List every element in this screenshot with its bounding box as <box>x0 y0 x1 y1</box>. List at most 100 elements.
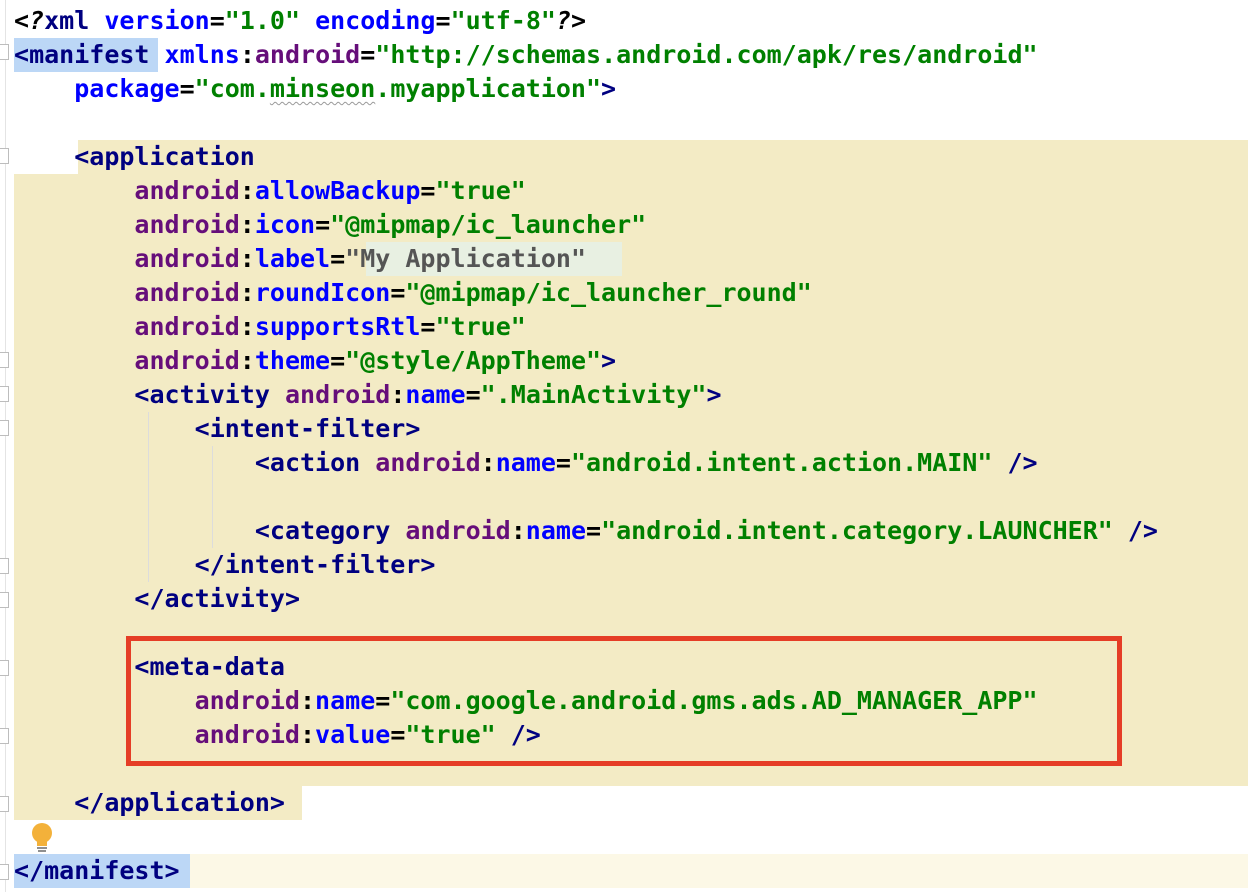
code-line[interactable]: <intent-filter> <box>14 412 421 446</box>
attribute-value: "android.intent.category.LAUNCHER" <box>601 516 1113 545</box>
attribute-name: theme <box>254 346 331 375</box>
code-line[interactable]: android:theme="@style/AppTheme"> <box>14 344 616 378</box>
code-line[interactable]: </activity> <box>14 582 300 616</box>
attribute-name: version <box>104 6 210 35</box>
tag-bracket: > <box>420 550 436 579</box>
fold-marker-icon[interactable] <box>0 660 9 676</box>
colon: : <box>239 312 255 341</box>
attribute-name: name <box>495 448 556 477</box>
fold-marker-icon[interactable] <box>0 44 9 60</box>
tag-bracket: < <box>254 448 270 477</box>
tag-bracket: < <box>74 142 90 171</box>
code-line[interactable]: android:allowBackup="true" <box>14 174 526 208</box>
namespace: android <box>134 210 240 239</box>
equals-sign: = <box>315 210 331 239</box>
attribute-value: "http://schemas.android.com/apk/res/andr… <box>375 40 1038 69</box>
tag-name: category <box>269 516 391 545</box>
code-line[interactable]: android:supportsRtl="true" <box>14 310 525 344</box>
colon: : <box>480 448 496 477</box>
fold-marker-icon[interactable] <box>0 728 9 744</box>
attribute-name: name <box>405 380 466 409</box>
code-line[interactable]: </application> <box>14 786 285 820</box>
fold-marker-icon[interactable] <box>0 558 9 574</box>
attribute-name: allowBackup <box>254 176 421 205</box>
attribute-value: ".MainActivity" <box>480 380 707 409</box>
equals-sign: = <box>209 6 225 35</box>
fold-marker-icon[interactable] <box>0 592 9 608</box>
colon: : <box>510 516 526 545</box>
equals-sign: = <box>586 516 602 545</box>
namespace: android <box>134 176 240 205</box>
code-line[interactable]: <activity android:name=".MainActivity"> <box>14 378 721 412</box>
tag-bracket: > <box>284 584 301 613</box>
code-line[interactable]: package="com.minseon.myapplication"> <box>14 72 616 106</box>
attribute-name: supportsRtl <box>254 312 421 341</box>
namespace: android <box>134 346 240 375</box>
fold-marker-icon[interactable] <box>0 420 9 436</box>
meta-data-callout-box <box>126 636 1122 766</box>
tag-bracket: /> <box>1112 516 1158 545</box>
namespace: android <box>405 516 511 545</box>
colon: : <box>239 278 255 307</box>
equals-sign: = <box>465 380 481 409</box>
code-line[interactable]: <manifest xmlns:android="http://schemas.… <box>14 38 1038 72</box>
tag-bracket: </ <box>194 550 225 579</box>
code-line[interactable]: </intent-filter> <box>14 548 436 582</box>
fold-marker-icon[interactable] <box>0 148 9 164</box>
attribute-value: "@style/AppTheme" <box>345 346 602 375</box>
tag-name: intent-filter <box>209 414 406 443</box>
colon: : <box>239 244 255 273</box>
tag-bracket: < <box>134 380 150 409</box>
fold-marker-icon[interactable] <box>0 864 9 880</box>
equals-sign: = <box>330 244 346 273</box>
attribute-name: encoding <box>315 6 436 35</box>
code-line[interactable]: </manifest> <box>14 854 180 888</box>
xml-declaration-open: <? <box>14 6 45 35</box>
equals-sign: = <box>179 74 195 103</box>
lightbulb-icon[interactable] <box>30 822 54 854</box>
attribute-value: "android.intent.action.MAIN" <box>570 448 993 477</box>
colon: : <box>239 176 255 205</box>
fold-marker-icon[interactable] <box>0 386 9 402</box>
equals-sign: = <box>330 346 346 375</box>
fold-marker-icon[interactable] <box>0 352 9 368</box>
code-line[interactable]: <?xml version="1.0" encoding="utf-8"?> <box>14 4 586 38</box>
equals-sign: = <box>435 6 451 35</box>
xml-keyword: xml <box>44 6 90 35</box>
attribute-value: "1.0" <box>224 6 301 35</box>
tag-name: activity <box>164 584 285 613</box>
tag-name: action <box>269 448 361 477</box>
tag-bracket: < <box>194 414 210 443</box>
tag-name: manifest <box>29 40 150 69</box>
tag-bracket: > <box>405 414 421 443</box>
attribute-name: package <box>74 74 180 103</box>
tag-name: activity <box>149 380 270 409</box>
attribute-value: "utf-8" <box>450 6 556 35</box>
code-line[interactable]: android:roundIcon="@mipmap/ic_launcher_r… <box>14 276 811 310</box>
attribute-value: .myapplication" <box>375 74 602 103</box>
colon: : <box>239 40 255 69</box>
tag-bracket: < <box>14 40 30 69</box>
code-line[interactable]: <action android:name="android.intent.act… <box>14 446 1038 480</box>
attribute-name: icon <box>254 210 316 239</box>
namespace: android <box>284 380 391 409</box>
xml-declaration-close: ?> <box>555 6 587 35</box>
tag-name: intent-filter <box>224 550 421 579</box>
tag-bracket: </ <box>134 584 165 613</box>
tag-bracket: > <box>269 788 285 817</box>
colon: : <box>239 210 255 239</box>
attribute-name: label <box>254 244 331 273</box>
equals-sign: = <box>420 176 436 205</box>
gutter-separator <box>5 0 6 892</box>
attribute-name: xmlns <box>164 40 240 69</box>
attribute-value: "true" <box>435 176 526 205</box>
code-editor[interactable]: <?xml version="1.0" encoding="utf-8"?> <… <box>0 0 1248 892</box>
code-line[interactable]: android:icon="@mipmap/ic_launcher" <box>14 208 646 242</box>
fold-marker-icon[interactable] <box>0 796 9 812</box>
namespace: android <box>134 278 240 307</box>
code-line[interactable]: <category android:name="android.intent.c… <box>14 514 1158 548</box>
namespace: android <box>134 312 240 341</box>
tag-bracket: </ <box>14 856 45 885</box>
code-line[interactable]: android:label="My Application" <box>14 242 586 276</box>
code-line[interactable]: <application <box>14 140 255 174</box>
